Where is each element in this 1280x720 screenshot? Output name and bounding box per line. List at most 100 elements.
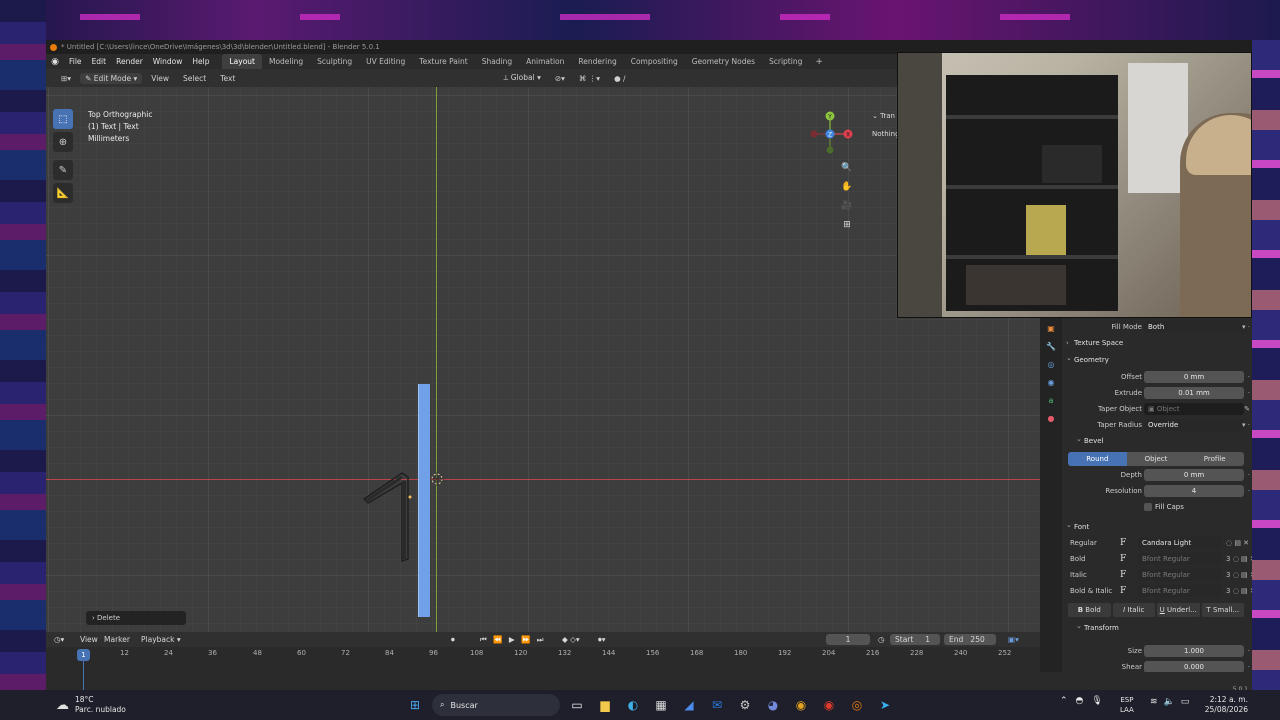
vscode-icon[interactable]: ➤ (874, 694, 896, 716)
clock[interactable]: 2:12 a. m. 25/08/2026 (1198, 695, 1248, 715)
editor-type-icon[interactable]: ⊞▾ (56, 73, 76, 84)
tab-scripting[interactable]: Scripting (762, 54, 809, 69)
zoom-icon[interactable]: 🔍 (840, 161, 854, 175)
outlook-icon[interactable]: ✉ (706, 694, 728, 716)
bevel-mode-round[interactable]: Round (1068, 452, 1127, 466)
grid-icon[interactable]: ⊞ (840, 218, 854, 232)
timeline-menu-view[interactable]: View (80, 632, 98, 647)
bevel-mode-object[interactable]: Object (1126, 452, 1186, 466)
font-actions[interactable]: ◌ ▤ ✕ (1226, 536, 1249, 551)
language-indicator[interactable]: ESP LAA (1120, 695, 1134, 715)
npanel-tab-transform[interactable]: ⌄ Tran (872, 107, 900, 125)
font-regular-field[interactable]: Candara Light (1138, 537, 1222, 549)
tab-geometry-nodes[interactable]: Geometry Nodes (685, 54, 762, 69)
playhead-marker[interactable]: 1 (77, 649, 90, 661)
menu-render[interactable]: Render (111, 54, 148, 69)
end-frame-field[interactable]: End 250 (944, 634, 996, 645)
timeline-editor-type-icon[interactable]: ◷▾ (54, 632, 64, 647)
small-caps-toggle[interactable]: T Small... (1201, 603, 1244, 617)
physics-icon[interactable]: ◉ (1045, 377, 1057, 389)
font-actions[interactable]: 3 ◌ ▤ ✕ (1226, 584, 1252, 599)
timeline-ruler[interactable]: 12 24 36 48 60 72 84 96 108 120 132 144 … (46, 649, 1040, 661)
font-bold-italic-field[interactable]: Bfont Regular (1138, 585, 1222, 597)
start-frame-field[interactable]: Start 1 (890, 634, 940, 645)
windows-start-icon[interactable]: ⊞ (404, 694, 426, 716)
transform-orientation-select[interactable]: ⟂ Global ▾ (498, 72, 545, 84)
eyedropper-icon[interactable]: ✎ (1244, 402, 1250, 416)
display-icon[interactable]: ▣▾ (1008, 632, 1019, 647)
snap-icon[interactable]: ⌘ ⋮▾ (574, 73, 605, 84)
camera-icon[interactable]: 🎥 (840, 199, 854, 213)
resolution-field[interactable]: 4 (1144, 485, 1244, 497)
chrome-profile-icon[interactable]: ◉ (818, 694, 840, 716)
tab-rendering[interactable]: Rendering (571, 54, 623, 69)
file-explorer-icon[interactable]: ▆ (594, 694, 616, 716)
menu-help[interactable]: Help (187, 54, 214, 69)
timeline-menu-marker[interactable]: Marker (104, 632, 130, 647)
edge-icon[interactable]: ◐ (622, 694, 644, 716)
section-geometry[interactable]: Geometry (1064, 351, 1250, 368)
navigation-gizmo[interactable]: Y X Z (804, 109, 854, 159)
section-texture-space[interactable]: Texture Space (1064, 336, 1250, 351)
fill-caps-checkbox[interactable]: Fill Caps (1064, 500, 1250, 514)
weather-widget[interactable]: ☁ 18°C Parc. nublado (56, 695, 126, 715)
particles-icon[interactable]: ◎ (1045, 359, 1057, 371)
menu-view[interactable]: View (146, 73, 174, 84)
search-box[interactable]: ⌕ Buscar (432, 694, 560, 716)
annotate-tool[interactable]: ✎ (53, 160, 73, 180)
menu-text[interactable]: Text (215, 73, 240, 84)
bevel-mode-profile[interactable]: Profile (1185, 452, 1245, 466)
store-icon[interactable]: ▦ (650, 694, 672, 716)
pan-hand-icon[interactable]: ✋ (840, 180, 854, 194)
font-actions[interactable]: 3 ◌ ▤ ✕ (1226, 568, 1252, 583)
taper-radius-select[interactable]: Override (1144, 419, 1244, 431)
depth-field[interactable]: 0 mm (1144, 469, 1244, 481)
text-data-icon[interactable]: a (1045, 395, 1057, 407)
tool-tab-icon[interactable]: ▣ (1045, 323, 1057, 335)
menu-edit[interactable]: Edit (87, 54, 112, 69)
tab-modeling[interactable]: Modeling (262, 54, 310, 69)
settings-gear-icon[interactable]: ⚙ (734, 694, 756, 716)
font-actions[interactable]: 3 ◌ ▤ ✕ (1226, 552, 1252, 567)
select-box-tool[interactable]: ⬚ (53, 109, 73, 129)
auto-key-icon[interactable]: ⏺▾ (598, 632, 606, 647)
menu-file[interactable]: File (64, 54, 87, 69)
add-workspace-button[interactable]: + (809, 57, 829, 67)
record-icon[interactable]: ⏺ (451, 632, 455, 647)
cursor-tool[interactable]: ⊕ (53, 132, 73, 152)
pivot-icon[interactable]: ⊘▾ (550, 73, 570, 84)
size-field[interactable]: 1.000 (1144, 645, 1244, 657)
font-italic-field[interactable]: Bfont Regular (1138, 569, 1222, 581)
menu-select[interactable]: Select (178, 73, 211, 84)
bold-toggle[interactable]: B Bold (1068, 603, 1111, 617)
tab-layout[interactable]: Layout (222, 54, 262, 69)
tab-shading[interactable]: Shading (475, 54, 519, 69)
timeline-menu-playback[interactable]: Playback ▾ (141, 632, 181, 647)
section-transform[interactable]: Transform (1064, 619, 1250, 636)
modifier-wrench-icon[interactable]: 🔧 (1045, 341, 1057, 353)
material-icon[interactable]: ● (1045, 413, 1057, 425)
proportional-edit-icon[interactable]: ● ∕ (609, 73, 630, 84)
tab-animation[interactable]: Animation (519, 54, 571, 69)
app-icon[interactable]: ◢ (678, 694, 700, 716)
mode-select[interactable]: ✎ Edit Mode ▾ (80, 72, 143, 84)
last-operator-panel[interactable]: › Delete (86, 611, 186, 625)
chrome-icon[interactable]: ◉ (790, 694, 812, 716)
tab-uv-editing[interactable]: UV Editing (359, 54, 412, 69)
shear-field[interactable]: 0.000 (1144, 661, 1244, 672)
discord-icon[interactable]: ◕ (762, 694, 784, 716)
font-bold-field[interactable]: Bfont Regular (1138, 553, 1222, 565)
3d-cursor-icon[interactable] (430, 472, 444, 486)
blender-taskbar-icon[interactable]: ◎ (846, 694, 868, 716)
tray-overflow-icon[interactable]: ⌃ (1060, 696, 1068, 706)
keyframe-nav-icon[interactable]: ◆ ◇▾ (562, 632, 580, 647)
task-view-icon[interactable]: ▭ (566, 694, 588, 716)
tray-app-icon[interactable]: ◓ (1076, 696, 1084, 706)
microphone-icon[interactable]: 🎙 (1091, 696, 1102, 706)
network-volume-battery[interactable]: ≋ 🔈 ▭ (1150, 697, 1189, 707)
section-bevel[interactable]: Bevel (1064, 432, 1250, 449)
extrude-field[interactable]: 0.01 mm (1144, 387, 1244, 399)
measure-tool[interactable]: 📐 (53, 183, 73, 203)
italic-toggle[interactable]: I Italic (1112, 603, 1155, 617)
tab-texture-paint[interactable]: Texture Paint (412, 54, 474, 69)
